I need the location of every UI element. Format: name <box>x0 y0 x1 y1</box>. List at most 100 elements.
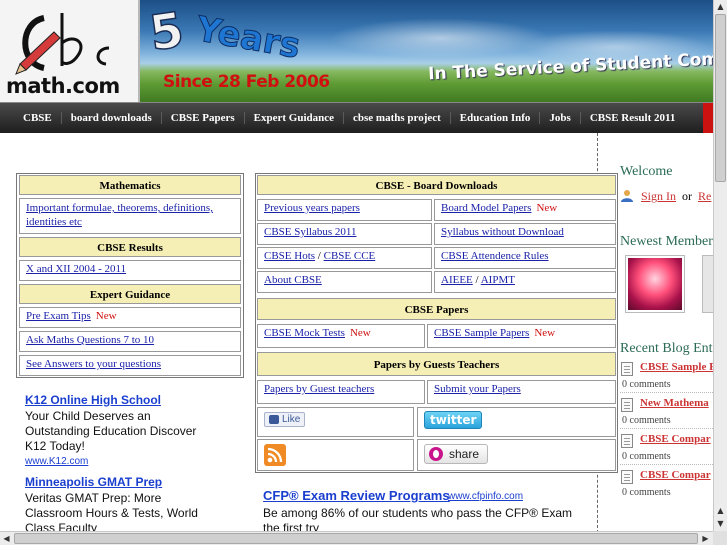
divider <box>620 428 713 429</box>
nav-item-maths-project[interactable]: cbse maths project <box>343 112 450 124</box>
nav-item-education-info[interactable]: Education Info <box>449 112 540 124</box>
see-answers-link[interactable]: See Answers to your questions <box>26 358 161 370</box>
papers-header: CBSE Papers <box>257 298 616 320</box>
scroll-down-arrow-icon[interactable]: ▼ <box>714 517 727 530</box>
horizontal-scrollbar[interactable]: ◀ ▶ <box>0 531 713 545</box>
banner-cloud <box>330 18 550 58</box>
share-button[interactable]: share <box>424 444 489 464</box>
sign-in-link[interactable]: Sign In <box>641 189 676 204</box>
ad-title[interactable]: CFP® Exam Review Programs <box>263 488 450 503</box>
nav-item-cbse-result[interactable]: CBSE Result 2011 <box>579 112 685 124</box>
syllabus-link[interactable]: CBSE Syllabus 2011 <box>264 226 357 238</box>
new-badge: New <box>349 327 371 339</box>
ad-url[interactable]: www.cfpinfo.com <box>448 491 523 502</box>
nav-item-cbse-papers[interactable]: CBSE Papers <box>160 112 244 124</box>
comment-count: 0 comments <box>622 379 671 390</box>
downloads-cell: CBSE Hots / CBSE CCE <box>257 247 432 269</box>
results-header: CBSE Results <box>19 237 241 257</box>
downloads-cell: About CBSE <box>257 271 432 293</box>
welcome-heading: Welcome <box>620 164 673 179</box>
previous-papers-link[interactable]: Previous years papers <box>264 202 360 214</box>
mock-tests-link[interactable]: CBSE Mock Tests <box>264 327 345 339</box>
share-cell: share <box>417 439 616 471</box>
nav-item-jobs[interactable]: Jobs <box>539 112 579 124</box>
cce-link[interactable]: CBSE CCE <box>324 250 376 262</box>
twitter-button[interactable]: twitter <box>424 411 483 429</box>
downloads-cell: Board Model Papers New <box>434 199 616 221</box>
register-link[interactable]: Re <box>698 189 711 204</box>
sample-papers-link[interactable]: CBSE Sample Papers <box>434 327 529 339</box>
results-cell: X and XII 2004 - 2011 <box>19 260 241 281</box>
years-word: Years <box>193 9 304 68</box>
since-date: Since 28 Feb 2006 <box>163 72 330 92</box>
scroll-right-arrow-icon[interactable]: ▶ <box>699 532 712 545</box>
document-icon <box>621 470 633 484</box>
share-icon <box>429 447 443 461</box>
downloads-cell: CBSE Syllabus 2011 <box>257 223 432 245</box>
site-logo[interactable]: math.com <box>0 0 140 102</box>
scroll-up-arrow-icon[interactable]: ▲ <box>714 0 727 13</box>
about-cbse-link[interactable]: About CBSE <box>264 274 322 286</box>
ask-questions-link[interactable]: Ask Maths Questions 7 to 10 <box>26 334 154 346</box>
board-model-papers-link[interactable]: Board Model Papers <box>441 202 531 214</box>
guests-cell: Papers by Guest teachers <box>257 380 425 404</box>
nav-item-expert-guidance[interactable]: Expert Guidance <box>243 112 343 124</box>
ad-text: Your Child Deserves an Outstanding Educa… <box>25 409 197 453</box>
blog-post-link[interactable]: CBSE Sample P <box>640 361 716 373</box>
attendance-rules-link[interactable]: CBSE Attendence Rules <box>441 250 549 262</box>
separator: / <box>475 274 479 286</box>
blog-post-link[interactable]: CBSE Compar <box>640 469 711 481</box>
like-cell: Like <box>257 407 414 437</box>
guest-papers-link[interactable]: Papers by Guest teachers <box>264 383 374 395</box>
site-banner: math.com 5 Years Since 28 Feb 2006 In Th… <box>0 0 713 102</box>
ad-text: Be among 86% of our students who pass th… <box>263 506 572 531</box>
scroll-up-arrow-icon[interactable]: ▲ <box>714 504 727 517</box>
guidance-cell: See Answers to your questions <box>19 355 241 376</box>
ad-title[interactable]: K12 Online High School <box>25 393 161 407</box>
document-icon <box>621 434 633 448</box>
share-label: share <box>449 447 480 461</box>
thumbs-up-icon <box>269 415 279 424</box>
submit-papers-link[interactable]: Submit your Papers <box>434 383 521 395</box>
results-link[interactable]: X and XII 2004 - 2011 <box>26 263 126 275</box>
rss-icon[interactable] <box>264 444 286 466</box>
formulae-link[interactable]: Important formulae, theorems, definition… <box>26 202 213 228</box>
or-text: or <box>682 189 692 203</box>
papers-cell: CBSE Mock Tests New <box>257 324 425 348</box>
guidance-cell: Ask Maths Questions 7 to 10 <box>19 331 241 352</box>
pre-exam-tips-link[interactable]: Pre Exam Tips <box>26 310 91 322</box>
hots-link[interactable]: CBSE Hots <box>264 250 315 262</box>
divider <box>620 392 713 393</box>
member-avatar[interactable] <box>625 255 685 313</box>
recent-blog-heading: Recent Blog Ent <box>620 341 713 356</box>
divider <box>620 464 713 465</box>
new-badge: New <box>536 202 558 214</box>
nav-accent <box>703 103 713 133</box>
vertical-scrollbar[interactable]: ▲ ▲ ▼ <box>713 0 727 531</box>
document-icon <box>621 362 633 376</box>
member-avatar[interactable] <box>702 255 713 313</box>
like-button[interactable]: Like <box>264 412 306 427</box>
guidance-cell: Pre Exam Tips New <box>19 307 241 328</box>
separator: / <box>317 250 321 262</box>
scroll-thumb[interactable] <box>715 14 726 182</box>
mathematics-header: Mathematics <box>19 175 241 195</box>
nav-item-board-downloads[interactable]: board downloads <box>60 112 161 124</box>
ad-text: Veritas GMAT Prep: More Classroom Hours … <box>25 491 198 531</box>
syllabus-no-download-link[interactable]: Syllabus without Download <box>441 226 564 238</box>
scroll-thumb[interactable] <box>14 533 698 544</box>
downloads-cell: CBSE Attendence Rules <box>434 247 616 269</box>
downloads-cell: AIEEE / AIPMT <box>434 271 616 293</box>
ad-url[interactable]: www.K12.com <box>25 456 88 467</box>
nav-item-cbse[interactable]: CBSE <box>14 112 61 124</box>
rss-cell <box>257 439 414 471</box>
aipmt-link[interactable]: AIPMT <box>481 274 515 286</box>
ad-title[interactable]: Minneapolis GMAT Prep <box>25 475 162 489</box>
blog-post-link[interactable]: New Mathema <box>640 397 709 409</box>
blog-post-link[interactable]: CBSE Compar <box>640 433 711 445</box>
scroll-left-arrow-icon[interactable]: ◀ <box>0 532 13 545</box>
main-nav: CBSE board downloads CBSE Papers Expert … <box>0 102 713 133</box>
comment-count: 0 comments <box>622 451 671 462</box>
aieee-link[interactable]: AIEEE <box>441 274 473 286</box>
guests-header: Papers by Guests Teachers <box>257 352 616 376</box>
